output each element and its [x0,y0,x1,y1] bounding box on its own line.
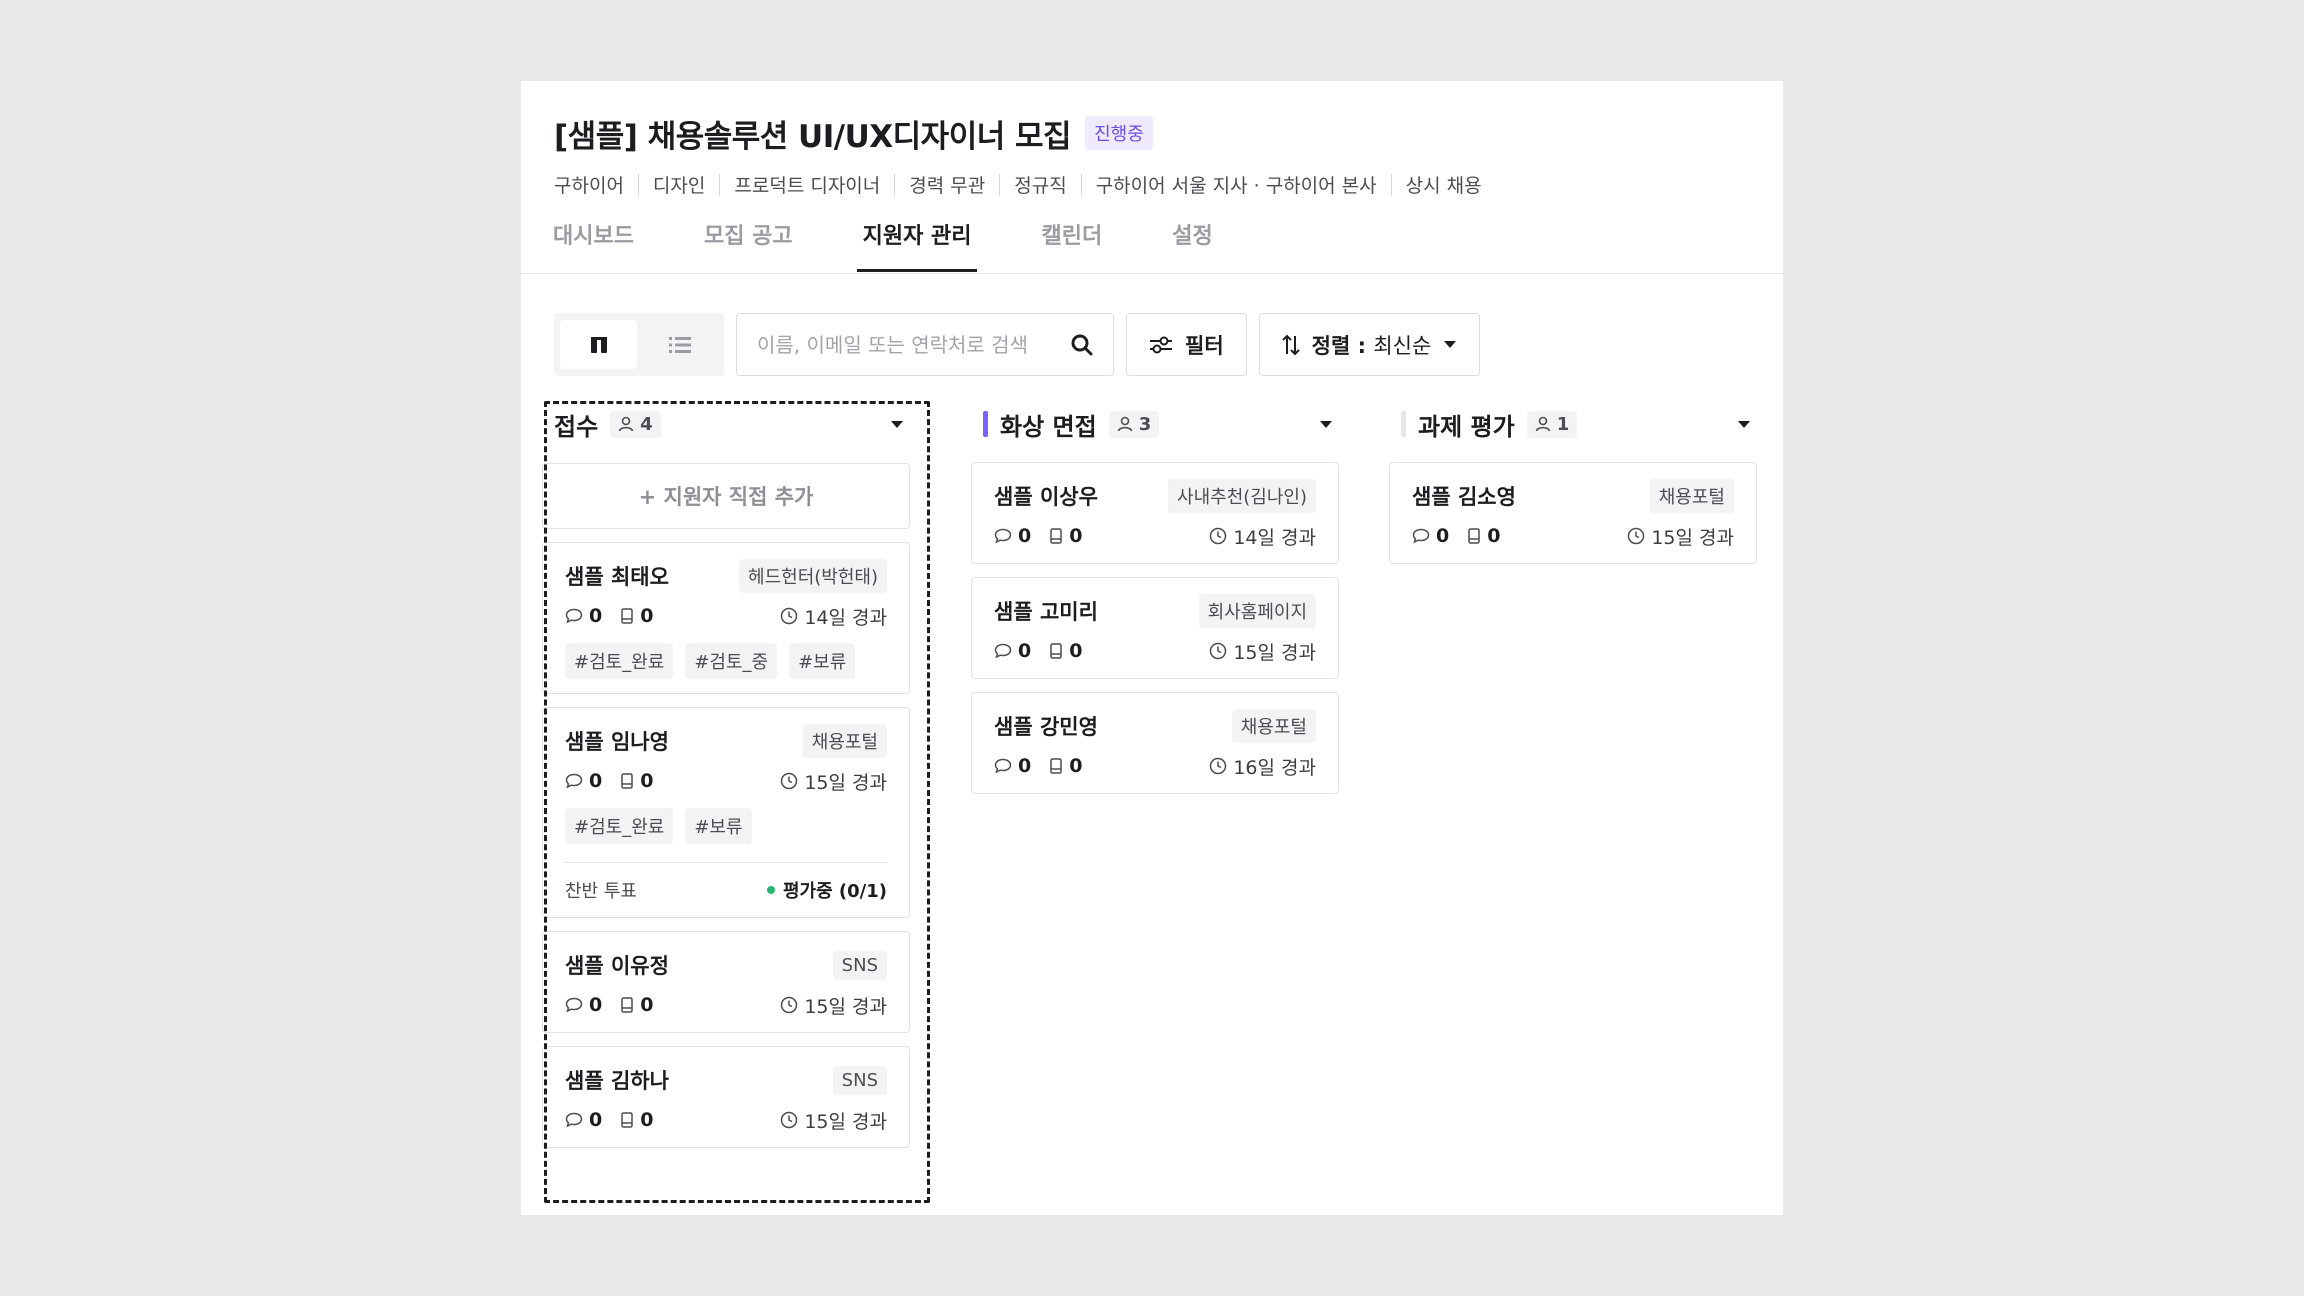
applicant-card[interactable]: 샘플 고미리 회사홈페이지 0 0 15일 경과 [971,577,1339,679]
meta-company: 구하이어 [554,175,624,197]
comment-icon [994,643,1012,659]
applicant-card[interactable]: 샘플 강민영 채용포털 0 0 16일 경과 [971,692,1339,794]
filter-label: 필터 [1185,333,1224,358]
column-name: 과제 평가 [1418,412,1515,441]
meta-location: 구하이어 서울 지사 · 구하이어 본사 [1067,171,1377,198]
filter-button[interactable]: 필터 [1126,313,1247,376]
file-count: 0 [1069,755,1083,777]
elapsed-days: 16일 경과 [1233,756,1316,779]
meta-category: 디자인 [624,171,705,198]
comment-icon [1412,528,1430,544]
person-icon [1117,416,1132,432]
page-title: [샘플] 채용솔루션 UI/UX디자이너 모집 [554,118,1072,155]
clock-icon [1628,527,1645,545]
list-view-icon [668,336,691,353]
search-input[interactable] [757,332,1057,357]
column-count: 3 [1108,410,1160,438]
file-icon [1468,528,1480,544]
sort-icon [1281,334,1300,355]
meta-hiring-type: 상시 채용 [1377,171,1482,198]
applicant-name: 샘플 고미리 [994,600,1098,624]
comment-icon [994,758,1012,774]
selected-column-outline [544,401,930,1203]
file-count: 0 [1069,525,1083,547]
column-count-value: 3 [1138,413,1152,435]
board-view-button[interactable] [560,320,637,369]
source-badge: 회사홈페이지 [1198,594,1316,628]
clock-icon [1210,642,1227,660]
file-count: 0 [1487,525,1501,547]
comment-count: 0 [1018,640,1032,662]
applicant-name: 샘플 김소영 [1412,485,1516,509]
view-toggle [554,313,724,376]
applicant-name: 샘플 이상우 [994,485,1098,509]
person-icon [1535,416,1550,432]
comment-icon [994,528,1012,544]
caret-down-icon [1444,341,1457,348]
elapsed-days: 15일 경과 [1651,526,1734,549]
column-color-bar [983,411,988,437]
column-name: 화상 면접 [1000,412,1097,441]
column-header: 화상 면접 3 [971,399,1339,449]
column-color-bar [1401,411,1406,437]
clock-icon [1210,527,1227,545]
tab-calendar[interactable]: 캘린더 [1035,216,1108,272]
elapsed-days: 14일 경과 [1233,526,1316,549]
list-view-button[interactable] [641,320,718,369]
column-menu-caret-icon[interactable] [1737,420,1751,429]
meta-career: 경력 무관 [880,171,985,198]
elapsed-days: 15일 경과 [1233,641,1316,664]
tab-settings[interactable]: 설정 [1166,216,1218,272]
filter-icon [1150,336,1172,353]
tab-applicant-management[interactable]: 지원자 관리 [856,216,978,272]
column-assignment-review: 과제 평가 1 샘플 김소영 채용포털 0 0 15일 경과 [1389,399,1757,564]
applicant-name: 샘플 강민영 [994,715,1098,739]
tab-dashboard[interactable]: 대시보드 [547,216,640,272]
source-badge: 채용포털 [1231,709,1316,743]
status-badge: 진행중 [1085,116,1153,150]
toolbar: 필터 정렬 : 최신순 [554,313,1481,376]
comment-count: 0 [1018,755,1032,777]
comment-count: 0 [1436,525,1450,547]
job-meta: 구하이어 디자인 프로덕트 디자이너 경력 무관 정규직 구하이어 서울 지사 … [554,171,1783,198]
source-badge: 사내추천(김나인) [1168,479,1316,513]
column-video-interview: 화상 면접 3 샘플 이상우 사내추천(김나인) 0 0 14일 경과 샘플 고… [971,399,1339,794]
column-count-value: 1 [1556,413,1570,435]
clock-icon [1210,757,1227,775]
comment-count: 0 [1018,525,1032,547]
file-count: 0 [1069,640,1083,662]
column-menu-caret-icon[interactable] [1319,420,1333,429]
file-icon [1050,528,1062,544]
tab-job-posting[interactable]: 모집 공고 [698,216,799,272]
column-header: 과제 평가 1 [1389,399,1757,449]
job-header: [샘플] 채용솔루션 UI/UX디자이너 모집 진행중 구하이어 디자인 프로덕… [554,109,1783,198]
search-icon[interactable] [1071,334,1093,356]
applicant-card[interactable]: 샘플 이상우 사내추천(김나인) 0 0 14일 경과 [971,462,1339,564]
search-box [736,313,1114,376]
board-view-icon [590,336,607,354]
sort-label: 정렬 : [1311,333,1366,358]
column-count: 1 [1526,410,1578,438]
applicant-card[interactable]: 샘플 김소영 채용포털 0 0 15일 경과 [1389,462,1757,564]
file-icon [1050,643,1062,659]
tab-bar: 대시보드 모집 공고 지원자 관리 캘린더 설정 [547,216,1277,272]
source-badge: 채용포털 [1649,479,1734,513]
sort-value: 최신순 [1373,333,1432,358]
meta-position: 프로덕트 디자이너 [705,171,880,198]
tab-divider [521,273,1783,274]
sort-dropdown[interactable]: 정렬 : 최신순 [1258,313,1481,376]
meta-employment-type: 정규직 [985,171,1066,198]
file-icon [1050,758,1062,774]
